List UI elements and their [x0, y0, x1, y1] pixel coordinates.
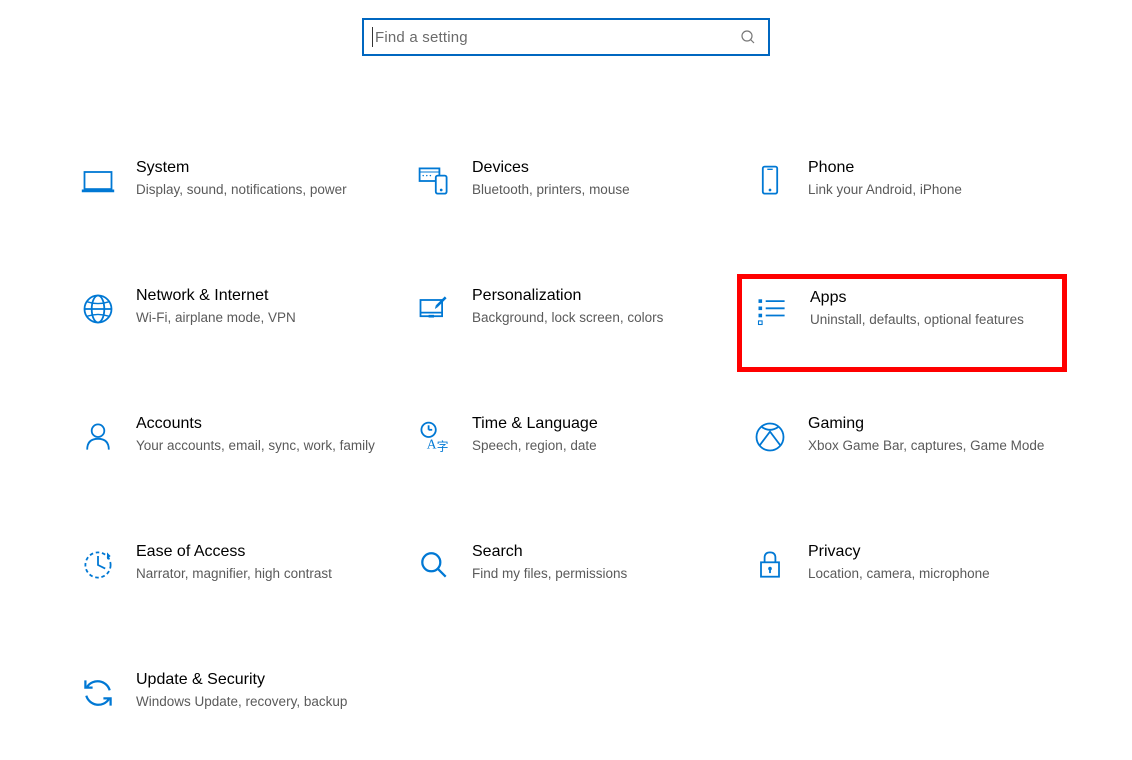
apps-list-icon [752, 291, 792, 331]
tile-text: Devices Bluetooth, printers, mouse [472, 157, 718, 199]
tile-title: Search [472, 543, 718, 561]
paintbrush-icon [414, 289, 454, 329]
tile-title: Update & Security [136, 671, 382, 689]
tile-accounts[interactable]: Accounts Your accounts, email, sync, wor… [65, 402, 395, 500]
devices-icon [414, 161, 454, 201]
tile-text: Time & Language Speech, region, date [472, 413, 718, 455]
tile-text: System Display, sound, notifications, po… [136, 157, 382, 199]
tile-privacy[interactable]: Privacy Location, camera, microphone [737, 530, 1067, 628]
tile-desc: Link your Android, iPhone [808, 181, 1054, 199]
search-icon [740, 29, 756, 45]
tile-title: System [136, 159, 382, 177]
tile-desc: Speech, region, date [472, 437, 718, 455]
tile-text: Update & Security Windows Update, recove… [136, 669, 382, 711]
tile-text: Apps Uninstall, defaults, optional featu… [810, 287, 1052, 329]
tile-text: Search Find my files, permissions [472, 541, 718, 583]
tile-text: Ease of Access Narrator, magnifier, high… [136, 541, 382, 583]
tile-update-security[interactable]: Update & Security Windows Update, recove… [65, 658, 395, 756]
tile-desc: Xbox Game Bar, captures, Game Mode [808, 437, 1054, 455]
tile-title: Time & Language [472, 415, 718, 433]
tile-desc: Bluetooth, printers, mouse [472, 181, 718, 199]
lock-icon [750, 545, 790, 585]
tile-text: Accounts Your accounts, email, sync, wor… [136, 413, 382, 455]
search-placeholder: Find a setting [375, 29, 740, 46]
tile-title: Phone [808, 159, 1054, 177]
tile-time-language[interactable]: Time & Language Speech, region, date [401, 402, 731, 500]
tile-title: Personalization [472, 287, 718, 305]
tile-title: Accounts [136, 415, 382, 433]
sync-arrows-icon [78, 673, 118, 713]
tile-title: Network & Internet [136, 287, 382, 305]
tile-search[interactable]: Search Find my files, permissions [401, 530, 731, 628]
tile-text: Network & Internet Wi-Fi, airplane mode,… [136, 285, 382, 327]
search-category-icon [414, 545, 454, 585]
tile-devices[interactable]: Devices Bluetooth, printers, mouse [401, 146, 731, 244]
tile-title: Gaming [808, 415, 1054, 433]
ease-of-access-icon [78, 545, 118, 585]
tile-desc: Background, lock screen, colors [472, 309, 718, 327]
time-language-icon [414, 417, 454, 457]
tile-desc: Your accounts, email, sync, work, family [136, 437, 382, 455]
tile-text: Privacy Location, camera, microphone [808, 541, 1054, 583]
tile-title: Privacy [808, 543, 1054, 561]
settings-grid: System Display, sound, notifications, po… [0, 146, 1132, 756]
tile-desc: Uninstall, defaults, optional features [810, 311, 1052, 329]
tile-ease-of-access[interactable]: Ease of Access Narrator, magnifier, high… [65, 530, 395, 628]
tile-title: Ease of Access [136, 543, 382, 561]
tile-personalization[interactable]: Personalization Background, lock screen,… [401, 274, 731, 372]
tile-network[interactable]: Network & Internet Wi-Fi, airplane mode,… [65, 274, 395, 372]
tile-desc: Display, sound, notifications, power [136, 181, 382, 199]
tile-title: Devices [472, 159, 718, 177]
tile-gaming[interactable]: Gaming Xbox Game Bar, captures, Game Mod… [737, 402, 1067, 500]
tile-system[interactable]: System Display, sound, notifications, po… [65, 146, 395, 244]
tile-desc: Location, camera, microphone [808, 565, 1054, 583]
tile-text: Phone Link your Android, iPhone [808, 157, 1054, 199]
phone-icon [750, 161, 790, 201]
tile-desc: Wi-Fi, airplane mode, VPN [136, 309, 382, 327]
tile-desc: Find my files, permissions [472, 565, 718, 583]
tile-text: Personalization Background, lock screen,… [472, 285, 718, 327]
tile-title: Apps [810, 289, 1052, 307]
tile-apps[interactable]: Apps Uninstall, defaults, optional featu… [737, 274, 1067, 372]
xbox-icon [750, 417, 790, 457]
person-icon [78, 417, 118, 457]
search-container: Find a setting [362, 18, 770, 56]
globe-icon [78, 289, 118, 329]
laptop-icon [78, 161, 118, 201]
tile-desc: Windows Update, recovery, backup [136, 693, 382, 711]
tile-desc: Narrator, magnifier, high contrast [136, 565, 382, 583]
search-input[interactable]: Find a setting [362, 18, 770, 56]
tile-phone[interactable]: Phone Link your Android, iPhone [737, 146, 1067, 244]
tile-text: Gaming Xbox Game Bar, captures, Game Mod… [808, 413, 1054, 455]
text-cursor [372, 27, 373, 47]
